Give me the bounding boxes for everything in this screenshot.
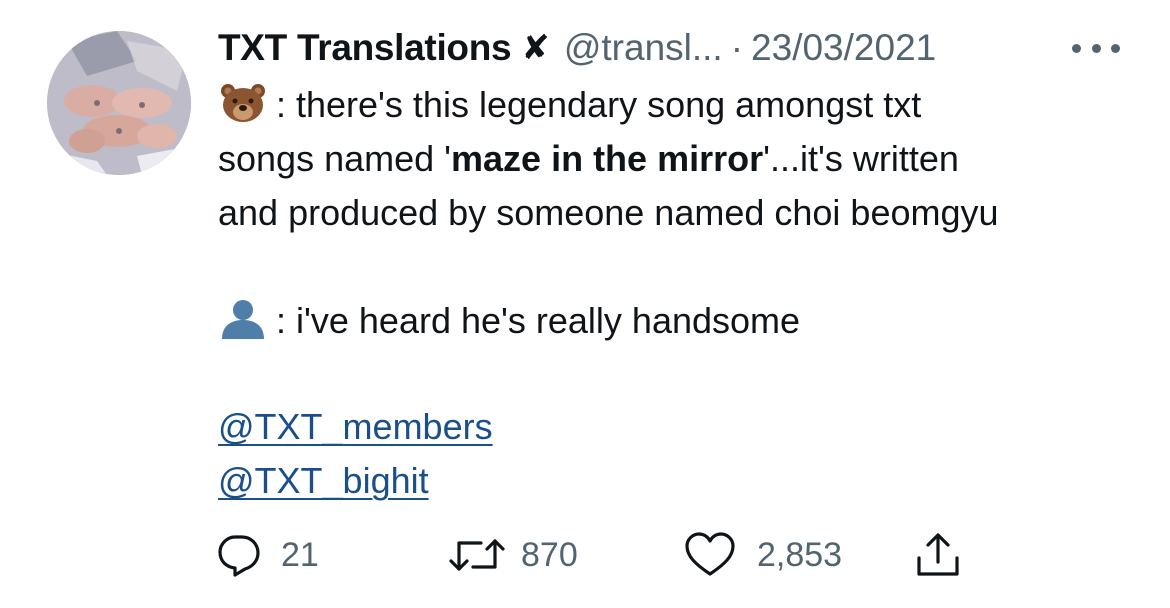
retweet-button[interactable]: 870 (447, 528, 578, 582)
separator-dot: · (730, 27, 744, 68)
tweet-body: : there's this legendary song amongst tx… (218, 78, 1148, 508)
display-name[interactable]: TXT Translations (218, 27, 512, 69)
song-title: maze in the mirror (451, 138, 764, 179)
tweet-date[interactable]: 23/03/2021 (751, 27, 936, 69)
bust-silhouette-emoji (222, 300, 264, 339)
retweet-icon (449, 539, 505, 571)
tweet-header: TXT Translations ✘ @transl... · 23/03/20… (218, 20, 936, 76)
tweet-text-segment: : there's this legendary song amongst tx… (276, 84, 922, 125)
mention-link[interactable]: @TXT_members (218, 406, 493, 447)
tweet-line-4: : i've heard he's really handsome (218, 294, 1148, 348)
tweet-text-segment: songs named ' (218, 138, 452, 179)
avatar[interactable] (47, 31, 191, 175)
tweet-text-segment: : i've heard he's really handsome (276, 300, 801, 341)
mention-line-1: @TXT_members (218, 400, 1148, 454)
reply-button[interactable]: 21 (215, 528, 319, 582)
tweet-line-3: and produced by someone named choi beomg… (218, 192, 999, 233)
tweet-line-1: : there's this legendary song amongst tx… (218, 78, 1148, 132)
tweet-text-segment: '...it's written (763, 138, 959, 179)
more-horizontal-icon[interactable] (1072, 38, 1120, 58)
user-handle[interactable]: @transl... (564, 27, 723, 69)
mention-line-2: @TXT_bighit (218, 454, 1148, 508)
reply-count: 21 (281, 535, 319, 574)
badge-mark: ✘ (521, 29, 550, 67)
bear-face-emoji (221, 84, 265, 122)
tweet-actions: 21 870 2,853 (215, 528, 975, 582)
reply-icon (218, 535, 260, 577)
tweet-line-2: songs named 'maze in the mirror'...it's … (218, 132, 1148, 186)
share-icon (917, 533, 959, 576)
avatar-photo (47, 31, 191, 175)
like-button[interactable]: 2,853 (683, 528, 842, 582)
share-button[interactable] (913, 528, 963, 582)
heart-icon (685, 532, 735, 576)
retweet-count: 870 (521, 535, 578, 574)
like-count: 2,853 (757, 535, 843, 574)
mention-link[interactable]: @TXT_bighit (218, 460, 429, 501)
